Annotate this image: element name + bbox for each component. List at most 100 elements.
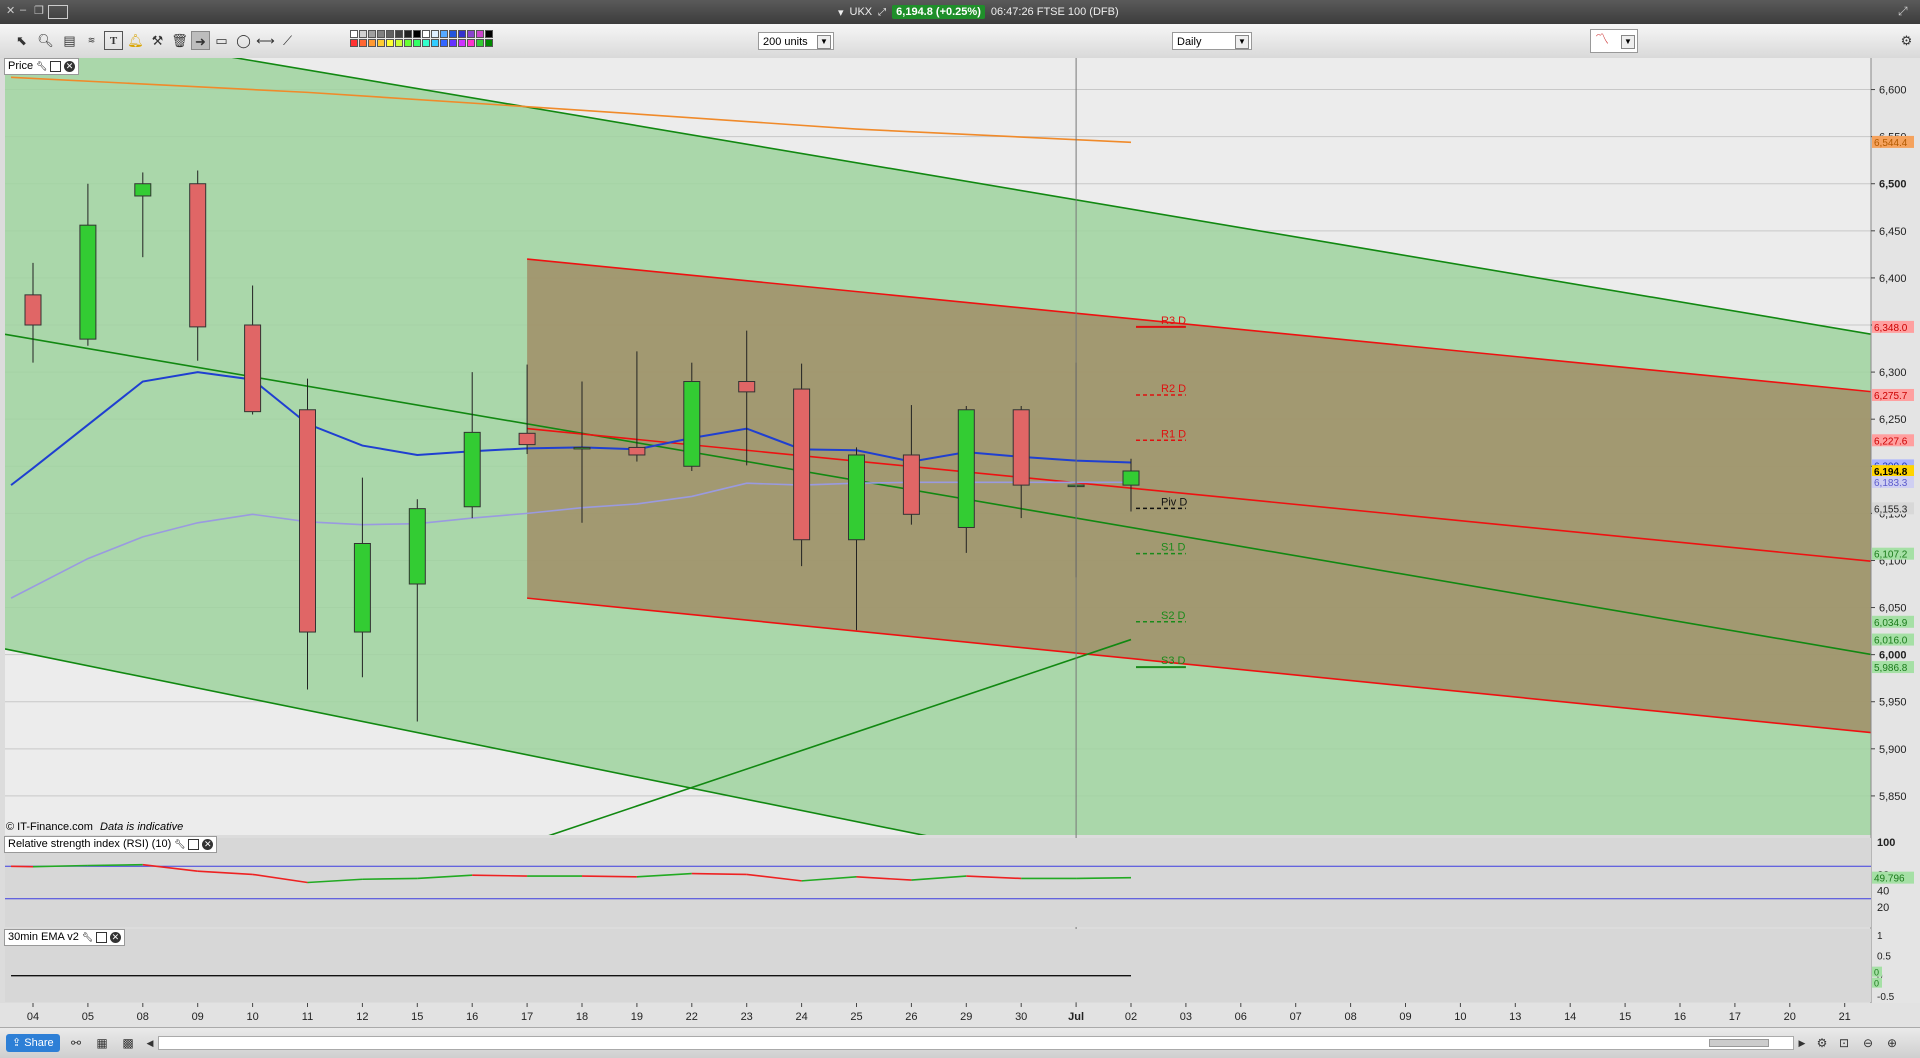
wrench-icon[interactable]: 🔧︎ [174,839,185,850]
color-swatch[interactable] [449,39,457,47]
time-tick-label: 18 [576,1011,588,1023]
candle-down [903,455,919,514]
ema-tick-label: -0.5 [1877,992,1895,1003]
units-select[interactable]: 200 units ▼ [758,32,834,50]
arrow-tool-icon[interactable]: ➜ [191,31,210,50]
minimize-window-icon[interactable]: – [20,4,26,16]
chart-type-select[interactable]: 〽 ▼ [1590,29,1638,53]
price-tag-label: 6,227.6 [1874,436,1908,447]
rsi-segment [362,878,417,879]
scroll-right-icon[interactable]: ▶ [1794,1035,1810,1051]
time-tick-label: Jul [1068,1011,1084,1023]
window-mode-icon[interactable] [48,5,68,19]
zoom-tool-icon[interactable]: 🔍︎ [36,31,55,50]
zoom-out-icon[interactable]: ⊖ [1860,1035,1876,1051]
color-swatch[interactable] [449,30,457,38]
color-swatch[interactable] [350,30,358,38]
rsi-segment [472,875,527,876]
color-swatch[interactable] [368,39,376,47]
text-tool-icon[interactable]: T [104,31,123,50]
close-icon[interactable]: ✕ [64,61,75,72]
settings-grid-icon[interactable]: ▩ [120,1035,136,1051]
indicator-menu-icon[interactable]: ⚙ [1897,31,1916,50]
color-swatch[interactable] [404,39,412,47]
color-swatch[interactable] [395,39,403,47]
color-swatch[interactable] [413,39,421,47]
color-swatch[interactable] [431,39,439,47]
color-swatch[interactable] [476,30,484,38]
color-swatch[interactable] [386,30,394,38]
color-swatch[interactable] [377,30,385,38]
line-tool-icon[interactable]: ⟷ [256,31,275,50]
close-window-icon[interactable]: ✕ [6,4,15,17]
color-swatch[interactable] [431,30,439,38]
window-icon[interactable] [96,932,107,943]
expand-icon[interactable]: ⤢ [878,7,886,18]
color-swatch[interactable] [458,30,466,38]
close-icon[interactable]: ✕ [202,839,213,850]
restore-window-icon[interactable]: ❐ [34,4,44,17]
color-swatch[interactable] [467,30,475,38]
time-tick-label: 02 [1125,1011,1137,1023]
color-swatch[interactable] [440,30,448,38]
link-icon[interactable]: ⚯ [68,1035,84,1051]
trendline-tool-icon[interactable]: ⟋ [278,31,297,50]
candle-down [629,447,645,455]
trash-icon[interactable]: 🗑︎ [170,31,189,50]
color-swatch[interactable] [368,30,376,38]
share-button[interactable]: ⇪ Share [6,1034,60,1052]
chart-tool-icon[interactable]: ▤ [60,31,79,50]
color-swatch[interactable] [395,30,403,38]
zoom-fit-icon[interactable]: ⊡ [1836,1035,1852,1051]
chart-canvas[interactable]: R3 DR2 DR1 DPiv DS1 DS2 DS3 D6,6006,5506… [0,58,1920,1027]
color-swatch[interactable] [485,30,493,38]
wrench-icon[interactable]: 🔧︎ [36,61,47,72]
layout-icon[interactable]: ▦ [94,1035,110,1051]
price-label-text: Price [8,59,33,74]
time-tick-label: 26 [905,1011,917,1023]
fibonacci-tool-icon[interactable]: ≋ [82,31,101,50]
scroll-thumb[interactable] [1709,1039,1769,1047]
color-swatch[interactable] [467,39,475,47]
rsi-tick-label: 100 [1877,837,1895,849]
chart-area[interactable]: R3 DR2 DR1 DPiv DS1 DS2 DS3 D6,6006,5506… [0,58,1920,1032]
rectangle-tool-icon[interactable]: ▭ [212,31,231,50]
time-tick-label: 17 [521,1011,533,1023]
color-swatch[interactable] [458,39,466,47]
color-swatch[interactable] [476,39,484,47]
zoom-in-icon[interactable]: ⊕ [1884,1035,1900,1051]
color-swatch[interactable] [377,39,385,47]
color-swatch[interactable] [350,39,358,47]
chevron-down-icon[interactable]: ▼ [1621,35,1635,49]
chevron-down-icon[interactable]: ▼ [817,35,831,49]
color-swatch[interactable] [485,39,493,47]
price-tick-label: 6,250 [1879,414,1907,426]
alert-bell-icon[interactable]: 🔔︎ [126,31,145,50]
close-icon[interactable]: ✕ [110,932,121,943]
rsi-value-label: 49.796 [1874,874,1905,885]
color-swatch[interactable] [422,30,430,38]
color-swatch[interactable] [359,30,367,38]
color-swatch[interactable] [440,39,448,47]
window-icon[interactable] [188,839,199,850]
color-swatch[interactable] [404,30,412,38]
chart-settings-icon[interactable]: ⚙ [1814,1035,1830,1051]
dropdown-icon[interactable]: ▾ [838,6,844,19]
hammer-tool-icon[interactable]: ⚒ [148,31,167,50]
chevron-down-icon[interactable]: ▼ [1235,35,1249,49]
color-swatch[interactable] [422,39,430,47]
wrench-icon[interactable]: 🔧︎ [82,932,93,943]
disclaimer-text: Data is indicative [100,821,183,833]
interval-select[interactable]: Daily ▼ [1172,32,1252,50]
time-scrollbar[interactable] [158,1036,1794,1050]
color-swatch[interactable] [413,30,421,38]
fullscreen-icon[interactable]: ⤢ [1898,4,1908,19]
time-tick-label: 15 [411,1011,423,1023]
scroll-left-icon[interactable]: ◀ [142,1035,158,1051]
color-swatch[interactable] [359,39,367,47]
rsi-segment [88,865,143,866]
color-swatch[interactable] [386,39,394,47]
pointer-tool-icon[interactable]: ⬉ [12,31,31,50]
window-icon[interactable] [50,61,61,72]
ellipse-tool-icon[interactable]: ◯ [234,31,253,50]
